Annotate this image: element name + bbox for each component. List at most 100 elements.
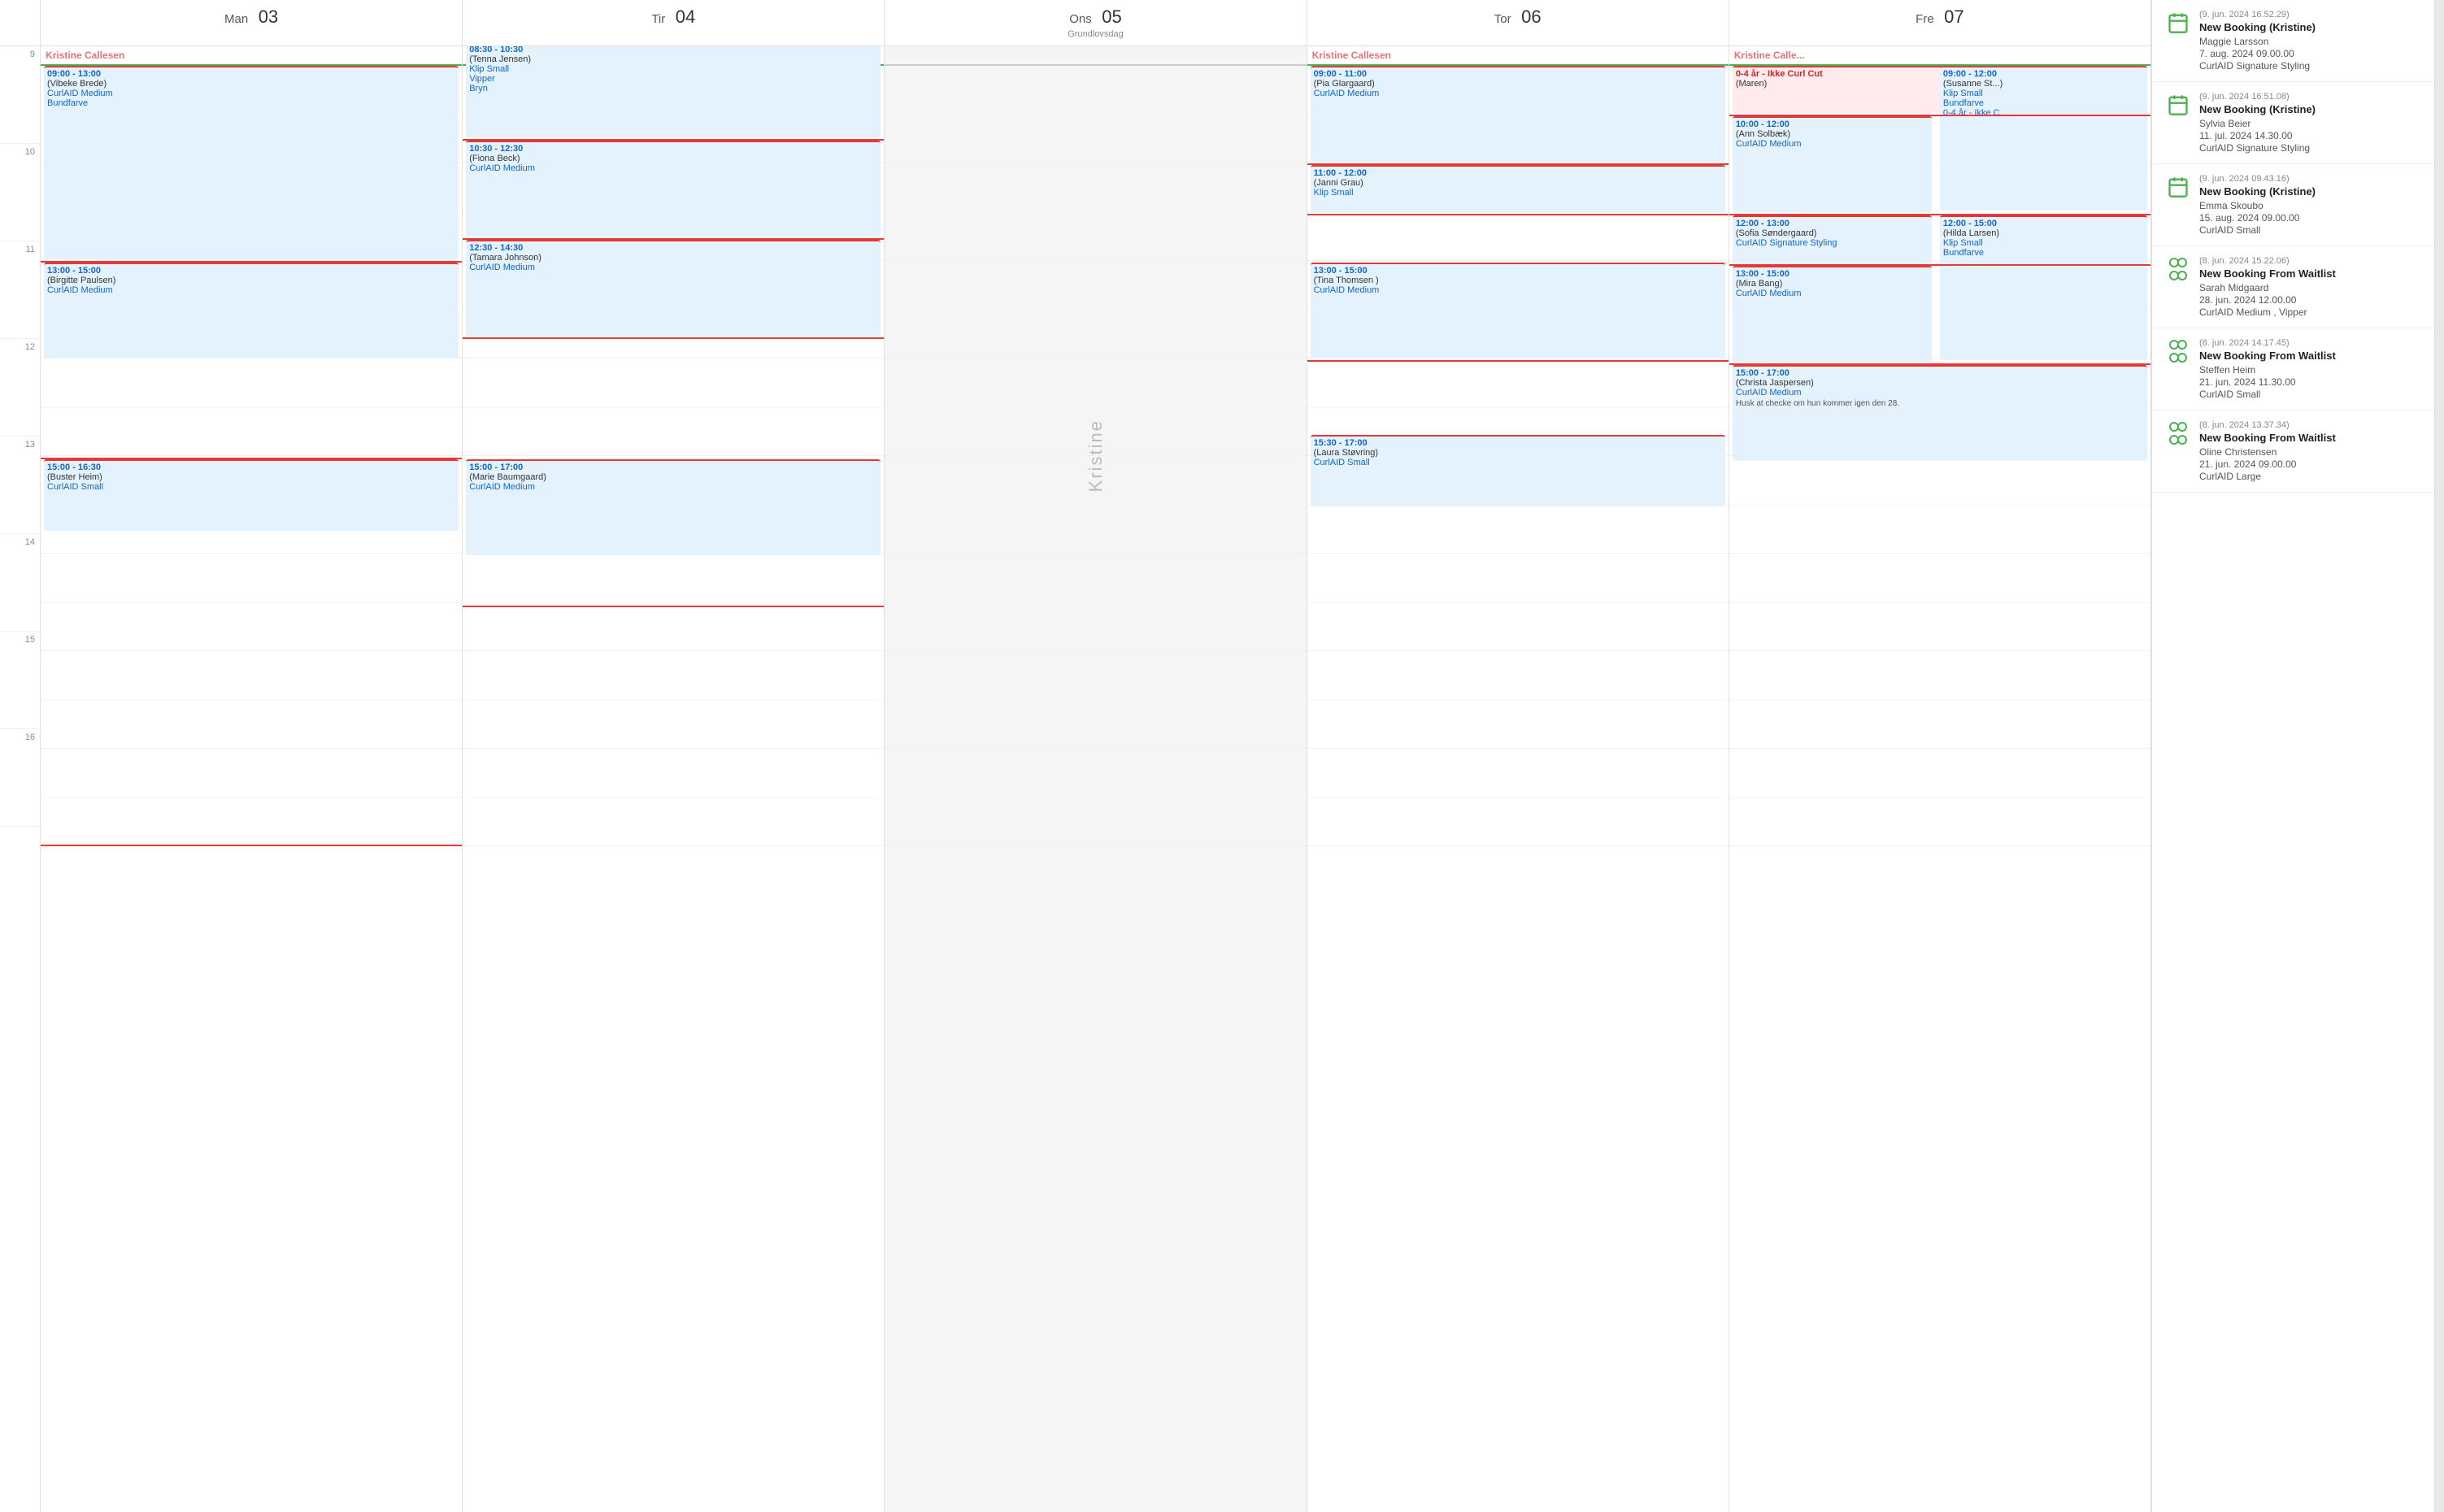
staff-label-thu: Kristine Callesen [1312,50,1391,61]
notif-6-title: New Booking From Waitlist [2199,432,2336,444]
notif-1-title: New Booking (Kristine) [2199,21,2316,33]
column-fri: Kristine Calle... 0-4 år - Ikke Curl Cut… [1729,46,2151,1512]
notif-3-content: (9. jun. 2024 09.43.16) New Booking (Kri… [2199,174,2316,236]
day-header-thu[interactable]: Tor 06 [1307,0,1729,46]
notif-4-datetime: 28. jun. 2024 12.00.00 [2199,294,2336,306]
waitlist-icon-3 [2165,420,2191,446]
notif-5[interactable]: (8. jun. 2024 14.17.45) New Booking From… [2152,328,2444,411]
notif-2[interactable]: (9. jun. 2024 16.51.08) New Booking (Kri… [2152,82,2444,164]
day-name-mon: Man [224,12,248,26]
appt-tue-4[interactable]: 15:00 - 17:00 (Marie Baumgaard) CurlAID … [466,459,881,555]
day-name-tue: Tir [651,12,665,26]
notif-2-content: (9. jun. 2024 16.51.08) New Booking (Kri… [2199,92,2316,154]
staff-label-fri: Kristine Calle... [1734,50,1805,61]
notif-6[interactable]: (8. jun. 2024 13.37.34) New Booking From… [2152,411,2444,493]
notif-1-date: (9. jun. 2024 16.52.29) [2199,10,2316,20]
column-tue: 08:30 - 10:30 (Tenna Jensen) Klip Small … [463,46,885,1512]
red-line-mon-3 [41,845,462,846]
day-num-wed: 05 [1102,7,1121,27]
red-line-thu-3 [1307,360,1729,362]
day-header-fri[interactable]: Fre 07 [1729,0,2151,46]
notif-3[interactable]: (9. jun. 2024 09.43.16) New Booking (Kri… [2152,164,2444,246]
red-line-tue-3 [463,337,884,339]
day-header-mon[interactable]: Man 03 [41,0,463,46]
red-line-tue-1 [463,139,884,141]
red-line-thu-2 [1307,214,1729,215]
appt-tue-2[interactable]: 10:30 - 12:30 (Fiona Beck) CurlAID Mediu… [466,141,881,237]
notif-1-content: (9. jun. 2024 16.52.29) New Booking (Kri… [2199,10,2316,72]
notif-2-date: (9. jun. 2024 16.51.08) [2199,92,2316,102]
column-thu: Kristine Callesen 09:00 - 11:00 (Pia Gla… [1307,46,1729,1512]
day-name-fri: Fre [1916,12,1934,26]
notif-4-date: (8. jun. 2024 15.22.06) [2199,256,2336,266]
red-line-fri-1 [1729,214,2150,215]
appt-mon-3[interactable]: 15:00 - 16:30 (Buster Heim) CurlAID Smal… [44,459,459,531]
day-num-mon: 03 [259,7,278,27]
appt-fri-1[interactable]: 09:00 - 12:00 (Susanne St...) Klip Small… [1940,66,2147,211]
red-line-tue-4 [463,606,884,607]
red-line-fri-2 [1729,264,2150,266]
appt-thu-3[interactable]: 13:00 - 15:00 (Tina Thomsen ) CurlAID Me… [1311,263,1725,358]
notif-4[interactable]: (8. jun. 2024 15.22.06) New Booking From… [2152,246,2444,328]
appt-tue-1[interactable]: 08:30 - 10:30 (Tenna Jensen) Klip Small … [466,46,881,137]
notif-4-person: Sarah Midgaard [2199,282,2336,293]
staff-label-mon: Kristine Callesen [46,50,124,61]
notif-3-title: New Booking (Kristine) [2199,185,2316,198]
notif-5-service: CurlAID Small [2199,389,2336,400]
appt-fri-hilda[interactable]: 12:00 - 15:00 (Hilda Larsen) Klip Small … [1940,215,2147,360]
time-gutter: 9 10 11 12 13 14 15 16 [0,46,41,1512]
notif-6-person: Oline Christensen [2199,446,2336,458]
appt-mon-2[interactable]: 13:00 - 15:00 (Birgitte Paulsen) CurlAID… [44,263,459,358]
red-line-fri-0 [1729,115,2150,116]
notif-6-datetime: 21. jun. 2024 09.00.00 [2199,458,2336,470]
notif-5-person: Steffen Heim [2199,364,2336,376]
day-name-wed: Ons [1069,12,1092,26]
time-12: 12 [0,339,40,437]
appt-tue-3[interactable]: 12:30 - 14:30 (Tamara Johnson) CurlAID M… [466,240,881,336]
red-line-tue-2 [463,238,884,240]
appt-thu-1[interactable]: 09:00 - 11:00 (Pia Glargaard) CurlAID Me… [1311,66,1725,162]
notif-5-date: (8. jun. 2024 14.17.45) [2199,338,2336,348]
notif-4-service: CurlAID Medium , Vipper [2199,306,2336,318]
notif-2-title: New Booking (Kristine) [2199,103,2316,115]
time-9: 9 [0,46,40,144]
appt-thu-4[interactable]: 15:30 - 17:00 (Laura Støvring) CurlAID S… [1311,435,1725,506]
red-line-mon-2 [41,458,462,459]
notif-2-datetime: 11. jul. 2024 14.30.00 [2199,130,2316,141]
scrollbar[interactable] [2434,0,2444,1512]
appt-fri-mira[interactable]: 13:00 - 15:00 (Mira Bang) CurlAID Medium [1733,266,1932,362]
appt-fri-christa[interactable]: 15:00 - 17:00 (Christa Jaspersen) CurlAI… [1733,365,2147,461]
calendar-icon-3 [2165,174,2191,200]
notif-4-title: New Booking From Waitlist [2199,267,2336,280]
appt-fri-2[interactable]: 10:00 - 12:00 (Ann Solbæk) CurlAID Mediu… [1733,116,1932,212]
column-mon: Kristine Callesen 09:00 - 13:00 [41,46,463,1512]
red-line-fri-3 [1729,363,2150,365]
column-wed: Kristine [885,46,1307,1512]
notif-3-date: (9. jun. 2024 09.43.16) [2199,174,2316,184]
notif-5-datetime: 21. jun. 2024 11.30.00 [2199,376,2336,388]
notif-5-content: (8. jun. 2024 14.17.45) New Booking From… [2199,338,2336,400]
day-header-wed[interactable]: Ons 05 Grundlovsdag [885,0,1307,46]
notif-1[interactable]: (9. jun. 2024 16.52.29) New Booking (Kri… [2152,0,2444,82]
time-11: 11 [0,241,40,339]
time-gutter-header [0,0,41,46]
notif-1-person: Maggie Larsson [2199,36,2316,47]
grundlovsdag-label: Grundlovsdag [888,29,1302,39]
time-14: 14 [0,534,40,632]
calendar-icon-2 [2165,92,2191,118]
notif-6-date: (8. jun. 2024 13.37.34) [2199,420,2336,430]
notif-2-service: CurlAID Signature Styling [2199,142,2316,154]
appt-mon-1[interactable]: 09:00 - 13:00 (Vibeke Brede) CurlAID Med… [44,66,459,259]
appt-thu-2[interactable]: 11:00 - 12:00 (Janni Grau) Klip Small [1311,165,1725,212]
day-num-thu: 06 [1521,7,1541,27]
notif-6-service: CurlAID Large [2199,471,2336,482]
waitlist-icon-2 [2165,338,2191,364]
notif-3-datetime: 15. aug. 2024 09.00.00 [2199,212,2316,224]
notif-1-service: CurlAID Signature Styling [2199,60,2316,72]
day-header-tue[interactable]: Tir 04 [463,0,885,46]
time-13: 13 [0,437,40,534]
red-line-thu-1 [1307,163,1729,165]
waitlist-icon-1 [2165,256,2191,282]
time-15: 15 [0,632,40,729]
time-16: 16 [0,729,40,827]
